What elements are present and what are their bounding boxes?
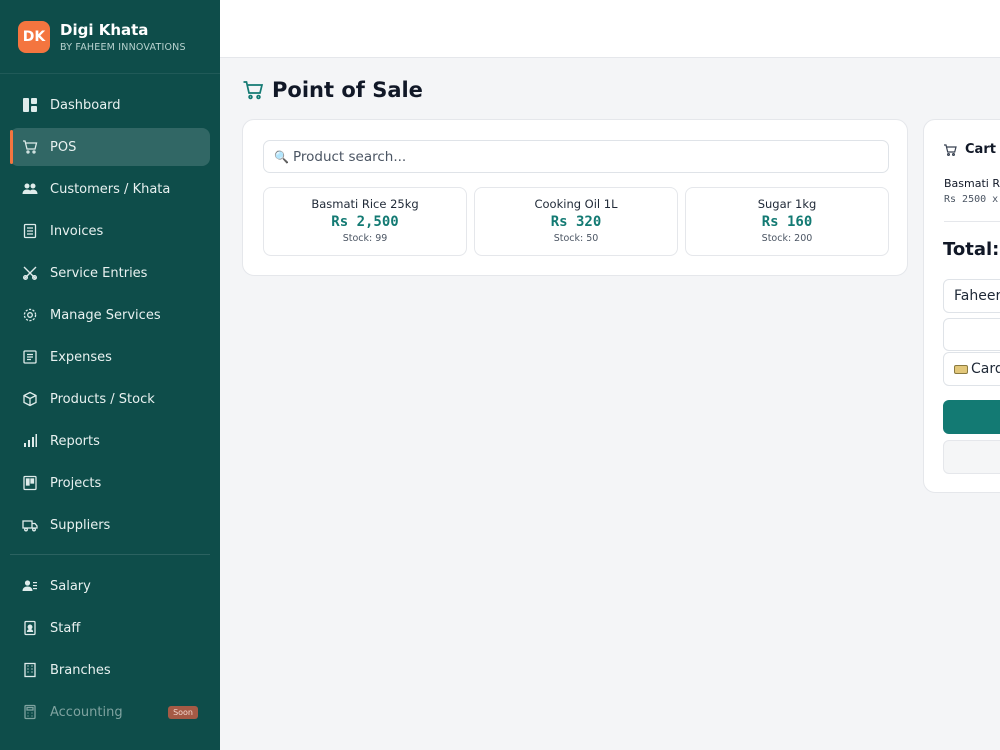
cart-icon [22,139,38,155]
sidebar-item-pos[interactable]: POS [10,128,210,166]
cart-panel: Cart Basmati Ri Rs 2500 x Total: Faheer … [923,119,1000,493]
salary-icon [22,578,38,594]
product-stock: Stock: 99 [342,233,388,244]
sidebar-item-dashboard[interactable]: Dashboard [10,86,210,124]
brand-name: Digi Khata [60,20,149,39]
sidebar-item-suppliers[interactable]: Suppliers [10,506,210,544]
product-stock: Stock: 200 [761,233,813,244]
users-icon [22,181,38,197]
cart-total-label: Total: [943,239,1000,260]
checkout-button[interactable] [943,400,1000,434]
product-stock: Stock: 50 [553,233,599,244]
product-card[interactable]: Sugar 1kg Rs 160 Stock: 200 [685,187,889,256]
staff-badge-icon [22,620,38,636]
sidebar-item-label: Branches [50,662,111,678]
sidebar-item-branches[interactable]: Branches [10,651,210,689]
search-input[interactable]: 🔍 Product search... [263,140,889,173]
products-panel: 🔍 Product search... Basmati Rice 25kg Rs… [242,119,908,276]
sidebar-item-label: Salary [50,578,91,594]
top-bar [220,0,1000,58]
search-placeholder: Product search... [292,148,407,165]
payment-method-value: Card [971,361,1000,377]
cart-icon [243,81,264,100]
customer-field[interactable]: Faheer [943,279,1000,313]
product-name: Sugar 1kg [757,197,817,211]
customer-value: Faheer [954,288,1000,304]
cart-divider [944,221,1000,222]
page-title: Point of Sale [272,78,423,102]
product-card[interactable]: Cooking Oil 1L Rs 320 Stock: 50 [474,187,678,256]
sidebar-item-label: Service Entries [50,265,148,281]
bar-chart-icon [22,433,38,449]
truck-icon [22,517,38,533]
sidebar-item-label: Staff [50,620,81,636]
clear-cart-button[interactable] [943,440,1000,474]
box-icon [22,391,38,407]
sidebar-item-staff[interactable]: Staff [10,609,210,647]
sidebar-item-label: POS [50,139,77,155]
dashboard-icon [22,97,38,113]
product-price: Rs 2,500 [331,214,399,230]
building-icon [22,662,38,678]
payment-method-select[interactable]: Card [943,352,1000,386]
cart-icon [944,143,957,156]
projects-icon [22,475,38,491]
sidebar: DK Digi Khata BY FAHEEM INNOVATIONS Dash… [0,0,220,750]
cart-title: Cart [965,142,996,157]
product-price: Rs 160 [761,214,813,230]
sidebar-item-manage-services[interactable]: Manage Services [10,296,210,334]
sidebar-item-label: Reports [50,433,100,449]
sidebar-item-label: Expenses [50,349,112,365]
sidebar-item-label: Customers / Khata [50,181,171,197]
cart-item-price-qty: Rs 2500 x [944,194,999,205]
calculator-icon [22,704,38,720]
product-price: Rs 320 [550,214,602,230]
product-card[interactable]: Basmati Rice 25kg Rs 2,500 Stock: 99 [263,187,467,256]
sidebar-item-invoices[interactable]: Invoices [10,212,210,250]
page-header: Point of Sale [242,78,423,102]
brand-text: Digi Khata BY FAHEEM INNOVATIONS [60,21,186,53]
brand-header: DK Digi Khata BY FAHEEM INNOVATIONS [0,0,220,74]
sidebar-item-label: Products / Stock [50,391,155,407]
sidebar-item-service-entries[interactable]: Service Entries [10,254,210,292]
sidebar-item-expenses[interactable]: Expenses [10,338,210,376]
sidebar-item-label: Accounting [50,704,123,720]
product-grid: Basmati Rice 25kg Rs 2,500 Stock: 99 Coo… [263,187,889,256]
sidebar-item-label: Dashboard [50,97,121,113]
cart-item-name: Basmati Ri [944,177,1000,190]
sidebar-item-reports[interactable]: Reports [10,422,210,460]
sidebar-divider [10,554,210,555]
sidebar-item-label: Suppliers [50,517,111,533]
soon-badge: Soon [168,705,198,719]
expenses-icon [22,349,38,365]
gear-icon [22,307,38,323]
product-name: Basmati Rice 25kg [311,197,419,211]
sidebar-nav: Dashboard POS Customers / Khata Invoices… [0,74,220,731]
invoice-icon [22,223,38,239]
sidebar-item-accounting: Accounting Soon [10,693,210,731]
product-name: Cooking Oil 1L [534,197,618,211]
tools-icon [22,265,38,281]
sidebar-item-label: Projects [50,475,102,491]
sidebar-item-label: Invoices [50,223,104,239]
sidebar-item-products-stock[interactable]: Products / Stock [10,380,210,418]
sidebar-item-customers[interactable]: Customers / Khata [10,170,210,208]
app-logo: DK [18,20,50,53]
discount-field[interactable] [943,318,1000,351]
sidebar-item-label: Manage Services [50,307,161,323]
credit-card-icon [954,364,968,374]
sidebar-item-salary[interactable]: Salary [10,567,210,605]
magnifier-icon: 🔍 [274,149,289,164]
cart-header: Cart [943,142,996,157]
sidebar-item-projects[interactable]: Projects [10,464,210,502]
brand-subtitle: BY FAHEEM INNOVATIONS [60,41,186,53]
